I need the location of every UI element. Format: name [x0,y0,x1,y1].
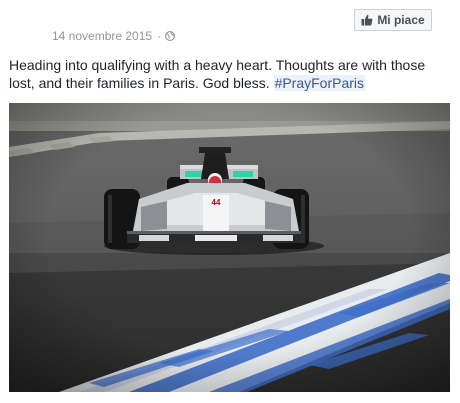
like-page-button[interactable]: Mi piace [354,9,432,31]
thumbs-up-icon [361,14,373,26]
facebook-post: Mi piace 14 novembre 2015 · Heading into… [0,0,460,403]
globe-icon[interactable] [165,31,176,41]
race-car-photo[interactable]: 44 [9,103,450,392]
like-button-label: Mi piace [377,13,425,27]
post-message: Heading into qualifying with a heavy hea… [9,56,449,92]
post-meta: 14 novembre 2015 · [52,29,176,43]
post-timestamp[interactable]: 14 novembre 2015 [52,29,152,43]
meta-separator: · [157,29,162,43]
hashtag-link[interactable]: #PrayForParis [273,75,366,91]
